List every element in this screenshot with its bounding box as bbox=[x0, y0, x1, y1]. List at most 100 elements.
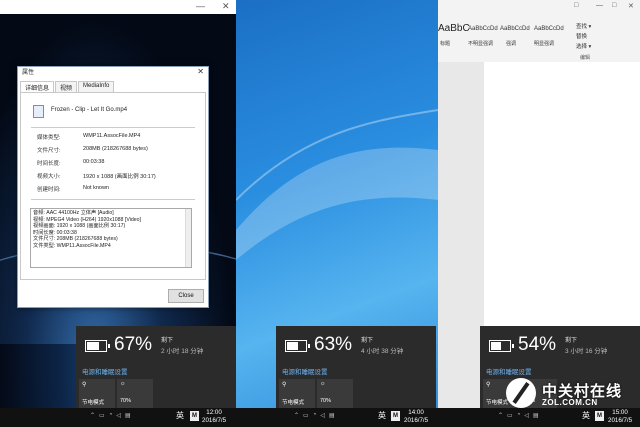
divider bbox=[31, 199, 195, 200]
tray-icons: ⌃ ▭ ◔ ◁ ▤ bbox=[294, 412, 335, 419]
select-button[interactable]: 选择 ▾ bbox=[576, 42, 591, 50]
message-icon[interactable]: ▤ bbox=[125, 412, 131, 419]
volume-icon[interactable]: ◁ bbox=[524, 412, 529, 419]
clock[interactable]: 12:00 2016/7/5 bbox=[202, 409, 226, 425]
battery-tray-icon[interactable]: ▭ bbox=[507, 412, 513, 419]
chevron-up-icon[interactable]: ⌃ bbox=[498, 412, 503, 419]
input-method-icon[interactable]: M bbox=[190, 411, 199, 421]
mediainfo-line: 视频画面: 1920 x 1088 (画面比例 30:17) bbox=[33, 223, 126, 230]
taskbar: ⌃ ▭ ◔ ◁ ▤ 英 M 15:00 2016/7/5 bbox=[438, 408, 640, 427]
battery-flyout-2: 63% 剩下 4 小时 38 分钟 电源和睡眠设置 ⚲ 节电模式 ☼ 70% bbox=[276, 326, 436, 408]
remaining-time: 2 小时 18 分钟 bbox=[161, 348, 204, 355]
find-button[interactable]: 查找 ▾ bbox=[576, 22, 591, 30]
battery-saver-tile[interactable]: ⚲ 节电模式 bbox=[279, 379, 315, 408]
message-icon[interactable]: ▤ bbox=[533, 412, 539, 419]
mediainfo-line: 音频: AAC 44100Hz 立体声 [Audio] bbox=[33, 210, 114, 216]
close-icon[interactable]: ✕ bbox=[222, 1, 230, 12]
battery-tray-icon[interactable]: ▭ bbox=[303, 412, 309, 419]
battery-tray-icon[interactable]: ▭ bbox=[99, 412, 105, 419]
volume-icon[interactable]: ◁ bbox=[320, 412, 325, 419]
clock[interactable]: 14:00 2016/7/5 bbox=[404, 409, 428, 425]
battery-saver-icon: ⚲ bbox=[486, 382, 491, 388]
minimize-icon[interactable]: — bbox=[196, 1, 205, 11]
divider bbox=[31, 127, 195, 128]
taskbar: ⌃ ▭ ◔ ◁ ▤ 英 M 12:00 2016/7/5 bbox=[0, 408, 236, 427]
style-heading-preview[interactable]: AaBbC bbox=[438, 23, 470, 34]
battery-fill bbox=[287, 342, 298, 350]
close-icon[interactable]: ✕ bbox=[628, 2, 634, 10]
mediainfo-textbox[interactable]: 音频: AAC 44100Hz 立体声 [Audio] 视频: MPEG4 Vi… bbox=[30, 208, 192, 268]
document-margin bbox=[438, 62, 484, 408]
prop-label: 时间长度: bbox=[37, 161, 61, 167]
ime-indicator[interactable]: 英 bbox=[582, 410, 590, 421]
tab-details[interactable]: 详细信息 bbox=[20, 81, 55, 92]
style-label: 标题 bbox=[440, 41, 451, 47]
style-preview[interactable]: AaBbCcDd bbox=[534, 26, 564, 32]
ribbon-group-label: 编辑 bbox=[580, 55, 591, 61]
tile-label: 节电模式 bbox=[82, 400, 105, 406]
battery-saver-icon: ⚲ bbox=[282, 382, 287, 388]
properties-dialog: 属性 ✕ 详细信息 视频 MediaInfo Frozen - Clip - L… bbox=[17, 66, 209, 308]
ribbon-icon[interactable]: □ bbox=[574, 2, 578, 9]
wifi-icon[interactable]: ◔ bbox=[109, 412, 113, 419]
dialog-tabs: 详细信息 视频 MediaInfo bbox=[20, 81, 115, 92]
close-button[interactable]: Close bbox=[168, 289, 204, 303]
chevron-up-icon[interactable]: ⌃ bbox=[90, 412, 95, 419]
tab-video[interactable]: 视频 bbox=[55, 81, 78, 92]
style-preview[interactable]: AaBbCcDd bbox=[500, 26, 530, 32]
chevron-up-icon[interactable]: ⌃ bbox=[294, 412, 299, 419]
scrollbar[interactable] bbox=[185, 209, 191, 267]
tile-label: 70% bbox=[120, 398, 132, 404]
input-method-icon[interactable]: M bbox=[391, 411, 400, 421]
wifi-icon[interactable]: ◔ bbox=[517, 412, 521, 419]
message-icon[interactable]: ▤ bbox=[329, 412, 335, 419]
window-titlebar: — ✕ bbox=[0, 0, 236, 14]
brightness-tile[interactable]: ☼ 70% bbox=[117, 379, 153, 408]
ime-indicator[interactable]: 英 bbox=[176, 410, 184, 421]
dialog-close-icon[interactable]: ✕ bbox=[197, 67, 204, 76]
remaining-time: 4 小时 38 分钟 bbox=[361, 348, 404, 355]
remaining-label: 剩下 bbox=[161, 338, 174, 344]
battery-icon bbox=[285, 340, 310, 352]
battery-percent: 67% bbox=[114, 334, 153, 355]
screen-panel-3: □ — □ ✕ AaBbC AaBbCcDd AaBbCcDd AaBbCcDd… bbox=[438, 0, 640, 427]
clock-time: 15:00 bbox=[612, 409, 628, 416]
word-ribbon: □ — □ ✕ AaBbC AaBbCcDd AaBbCcDd AaBbCcDd… bbox=[438, 0, 640, 63]
battery-icon bbox=[489, 340, 514, 352]
volume-icon[interactable]: ◁ bbox=[116, 412, 121, 419]
screen-panel-2: 63% 剩下 4 小时 38 分钟 电源和睡眠设置 ⚲ 节电模式 ☼ 70% ⌃ ▭… bbox=[236, 0, 438, 427]
brightness-tile[interactable]: ☼ 70% bbox=[317, 379, 353, 408]
tile-label: 节电模式 bbox=[282, 400, 305, 406]
power-settings-link[interactable]: 电源和睡眠设置 bbox=[486, 366, 532, 376]
replace-button[interactable]: 替换 bbox=[576, 32, 587, 40]
tab-mediainfo[interactable]: MediaInfo bbox=[78, 81, 115, 92]
dialog-title: 属性 bbox=[22, 70, 35, 76]
tab-content: Frozen - Clip - Let It Go.mp4 媒体类型: WMP1… bbox=[20, 92, 206, 280]
battery-saver-tile[interactable]: ⚲ 节电模式 bbox=[79, 379, 115, 408]
tray-icons: ⌃ ▭ ◔ ◁ ▤ bbox=[90, 412, 131, 419]
clock-time: 14:00 bbox=[408, 409, 424, 416]
style-preview[interactable]: AaBbCcDd bbox=[468, 26, 498, 32]
minimize-icon[interactable]: — bbox=[596, 2, 603, 9]
wifi-icon[interactable]: ◔ bbox=[313, 412, 317, 419]
power-settings-link[interactable]: 电源和睡眠设置 bbox=[282, 366, 328, 376]
style-label: 强调 bbox=[506, 41, 517, 47]
battery-fill bbox=[491, 342, 501, 350]
ime-indicator[interactable]: 英 bbox=[378, 410, 386, 421]
prop-label: 媒体类型: bbox=[37, 135, 61, 141]
mediainfo-line: 文件类型: WMP11.AssocFile.MP4 bbox=[33, 242, 111, 249]
clock-time: 12:00 bbox=[206, 409, 222, 416]
tile-label: 70% bbox=[320, 398, 332, 404]
prop-value: WMP11.AssocFile.MP4 bbox=[83, 133, 141, 139]
remaining-time: 3 小时 16 分钟 bbox=[565, 348, 608, 355]
brightness-icon: ☼ bbox=[120, 381, 126, 387]
battery-nub bbox=[108, 344, 110, 348]
battery-flyout-1: 67% 剩下 2 小时 18 分钟 电源和睡眠设置 ⚲ 节电模式 ☼ 70% bbox=[76, 326, 236, 408]
battery-percent: 63% bbox=[314, 334, 353, 355]
power-settings-link[interactable]: 电源和睡眠设置 bbox=[82, 366, 128, 376]
input-method-icon[interactable]: M bbox=[595, 411, 604, 421]
remaining-label: 剩下 bbox=[565, 338, 578, 344]
clock[interactable]: 15:00 2016/7/5 bbox=[608, 409, 632, 425]
maximize-icon[interactable]: □ bbox=[612, 2, 616, 9]
video-file-icon bbox=[33, 105, 44, 118]
